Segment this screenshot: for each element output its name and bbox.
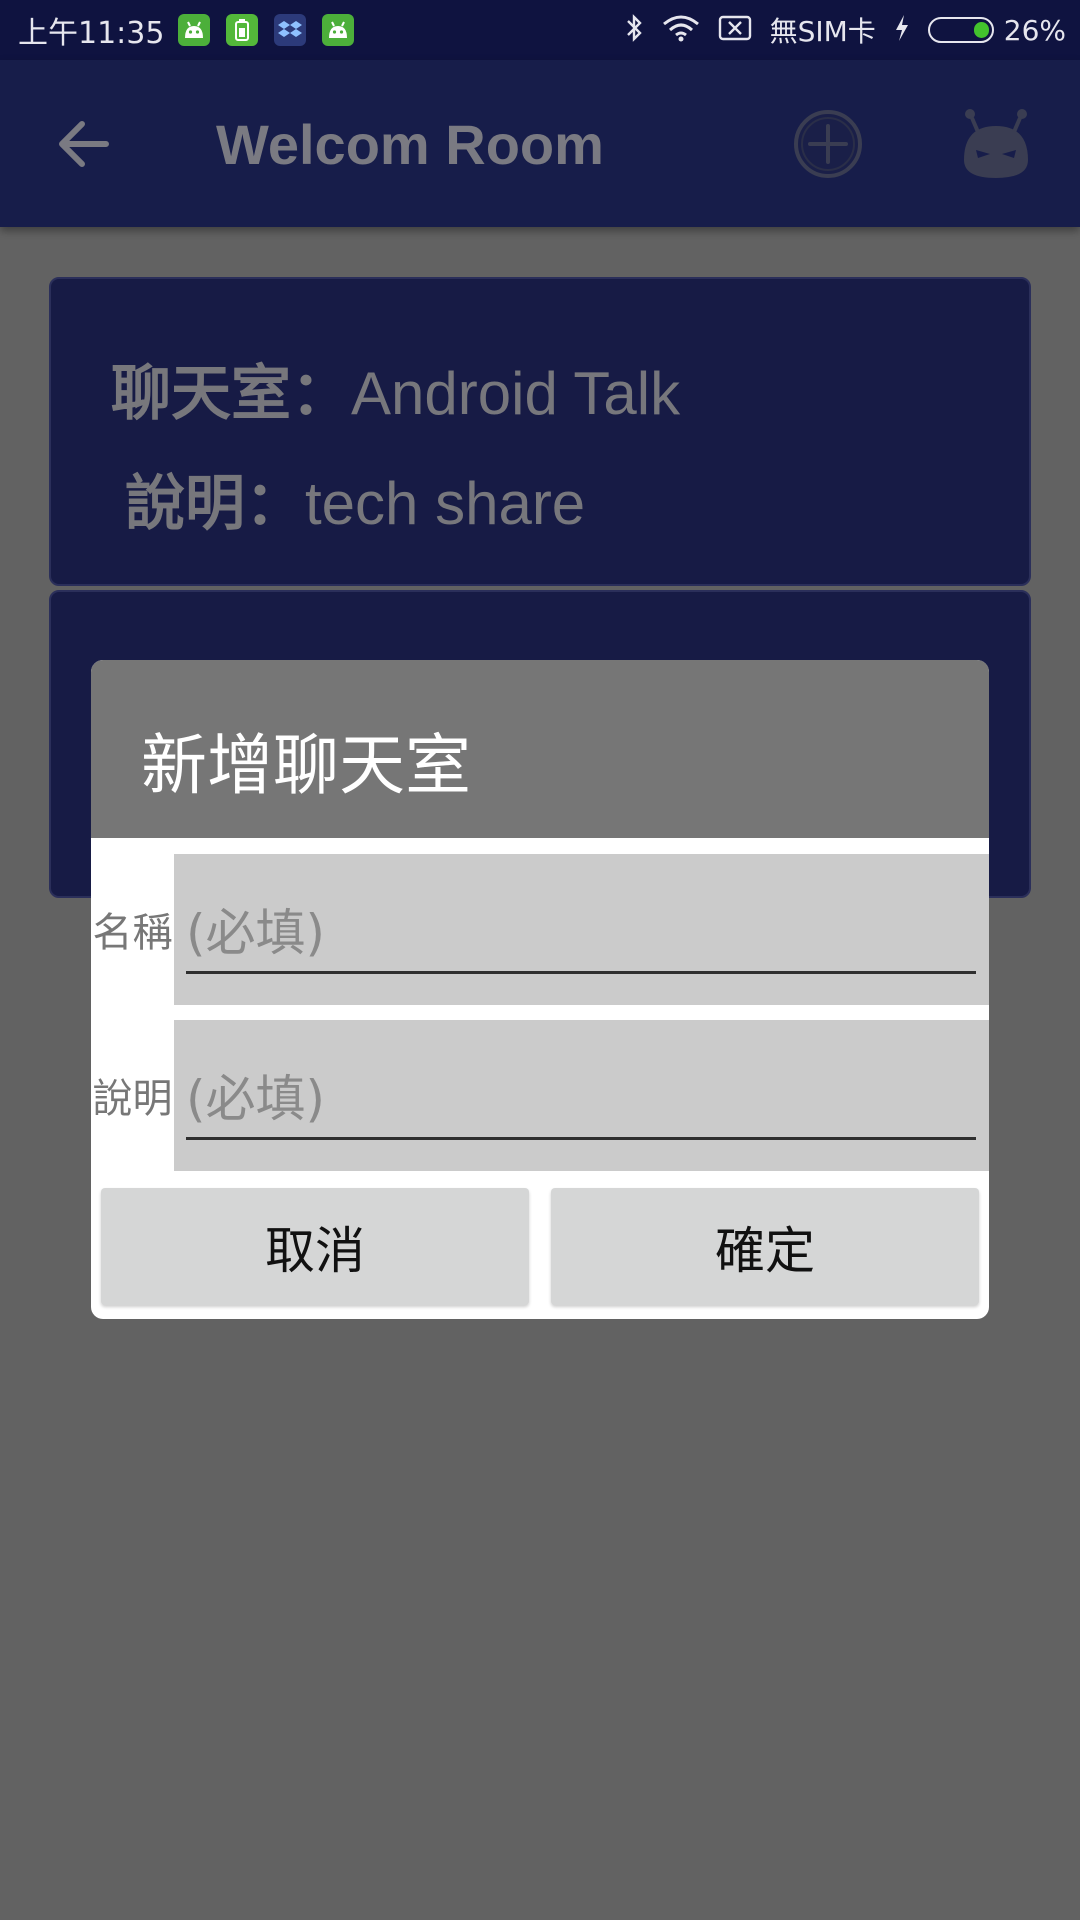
add-room-dialog: 新增聊天室 名稱 說明 取消 確定 — [91, 660, 989, 1319]
back-button[interactable] — [52, 112, 116, 176]
no-sim-icon — [718, 14, 752, 46]
battery-percent: 26% — [1003, 13, 1066, 47]
room-name-line: 聊天室：Android Talk — [111, 345, 680, 432]
status-time: 上午11:35 — [18, 16, 165, 51]
add-room-button[interactable] — [792, 108, 864, 180]
name-field-label: 名稱 — [92, 910, 173, 956]
bot-button[interactable] — [960, 106, 1032, 182]
battery-icon — [927, 17, 994, 43]
app-bar: Welcom Room — [0, 60, 1080, 227]
add-circle-icon — [794, 110, 862, 178]
name-field-box — [174, 854, 989, 1005]
room-desc-label: 說明： — [125, 470, 305, 537]
desc-field-label: 說明 — [92, 1076, 173, 1122]
room-desc-line: 說明：tech share — [125, 455, 585, 542]
confirm-button[interactable]: 確定 — [551, 1188, 979, 1305]
status-bar: 上午11:35 無SIM卡 26% — [0, 0, 1080, 60]
android-icon — [178, 14, 211, 46]
battery-app-icon — [226, 14, 259, 46]
bluetooth-icon — [624, 13, 644, 47]
desc-field-box — [174, 1020, 989, 1171]
page-title: Welcom Room — [216, 113, 604, 176]
name-input[interactable] — [186, 894, 976, 974]
dialog-header: 新增聊天室 — [91, 660, 989, 838]
android-icon — [322, 14, 355, 46]
name-field-row: 名稱 — [91, 854, 989, 1005]
room-name: Android Talk — [351, 360, 681, 427]
arrow-left-icon — [59, 121, 109, 167]
cancel-button[interactable]: 取消 — [101, 1188, 529, 1305]
charging-icon — [894, 13, 910, 47]
carrier-label: 無SIM卡 — [769, 15, 876, 48]
room-name-label: 聊天室： — [111, 360, 351, 427]
room-card[interactable]: 聊天室：Android Talk 說明：tech share — [49, 277, 1031, 586]
desc-field-row: 說明 — [91, 1020, 989, 1171]
dropbox-icon — [274, 14, 307, 46]
battery-level — [973, 22, 989, 38]
bot-face-icon — [964, 109, 1028, 178]
dialog-title: 新增聊天室 — [141, 727, 471, 804]
room-desc: tech share — [305, 470, 586, 537]
wifi-icon — [662, 14, 700, 46]
description-input[interactable] — [186, 1060, 976, 1140]
